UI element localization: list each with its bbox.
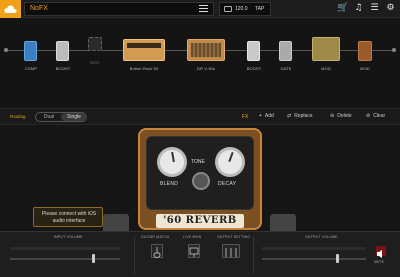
divider [253,236,254,274]
mute-label: MUTE [374,260,384,264]
signal-chain: COMP BOOST DIST British Rock 50 DR V-30s… [0,19,400,106]
amp-british-rock-50[interactable] [123,39,165,61]
chain-output-dot [392,48,396,52]
add-button[interactable]: + Add [259,113,274,119]
settings-sliders-icon [225,248,237,257]
live-mode-button[interactable] [188,244,200,258]
guitar-match-label: GUITAR MATCH [141,235,170,239]
input-volume-slider[interactable] [10,258,120,260]
pedal-comp[interactable] [24,41,37,61]
bottom-bar: INPUT VOLUME GUITAR MATCH LIVE MON OUTPU… [0,231,400,277]
speaker-mute-icon [377,250,382,258]
connection-toast: Please connect with iOS audio interface [33,207,103,227]
output-volume-slider[interactable] [262,258,366,260]
input-meter [10,247,120,250]
music-note-icon[interactable]: ♫ [353,3,364,14]
fx-label: FX [242,114,249,120]
output-volume-label: OUTPUT VOLUME [305,235,338,239]
routing-single-option[interactable]: Single [61,113,87,121]
cloud-logo-icon [4,5,17,13]
pedal-name-plate: '60 REVERB [156,214,244,228]
input-volume-thumb[interactable] [92,254,95,263]
output-setting-button[interactable] [222,244,240,258]
decay-knob-pointer [228,151,234,163]
chain-input-dot [4,48,8,52]
pedal-boost-1[interactable] [56,41,69,61]
clear-label: Clear [373,113,386,119]
tone-label: TONE [191,159,205,165]
preset-selector[interactable]: NoFX [24,2,214,16]
routing-label: Routing [10,114,26,119]
pedal-mod-1[interactable] [312,37,340,61]
replace-button[interactable]: ⇄ Replace [287,113,313,119]
tone-knob[interactable] [192,172,210,190]
replace-label: Replace [294,113,313,119]
tempo-control[interactable]: 120.0 TAP [219,2,271,16]
gear-icon[interactable]: ⚙ [385,3,396,14]
top-icons: 🛒 ♫ ☰ ⚙ [337,3,396,15]
cart-icon[interactable]: 🛒 [337,3,348,14]
cab-dr-v30s[interactable] [187,39,225,61]
reverb-pedal: BLEND DECAY TONE '60 REVERB [138,128,262,230]
metronome-icon [224,6,232,12]
output-meter [262,247,366,250]
plus-icon: + [259,113,262,119]
guitar-icon [153,247,161,258]
decay-knob[interactable] [215,147,245,177]
tap-tempo-button[interactable]: TAP [255,6,264,12]
blend-knob[interactable] [157,147,187,177]
delete-icon: ⊖ [330,113,335,119]
decay-label: DECAY [218,181,237,187]
routing-dual-option[interactable]: Dual [36,113,62,121]
clear-icon: ⊘ [366,113,371,119]
routing-bar: Routing Dual Single FX + Add ⇄ Replace ⊖ De… [0,108,400,125]
delete-button[interactable]: ⊖ Delete [330,113,352,119]
list-icon[interactable]: ☰ [369,3,380,14]
guitar-match-button[interactable] [151,244,163,258]
pedal-label-mod-2: MOD [360,66,370,71]
divider [134,236,135,274]
pedal-boost-2[interactable] [247,41,260,61]
pedal-mod-2[interactable] [358,41,372,61]
live-mode-label: LIVE MON [183,235,202,239]
output-volume-thumb[interactable] [336,254,339,263]
output-setting-label: OUTPUT SETTING [217,235,251,239]
delete-label: Delete [337,113,352,119]
cab-grille [191,43,221,57]
toast-message: Please connect with iOS audio interface [41,211,97,224]
routing-toggle[interactable]: Dual Single [35,112,87,122]
top-bar: NoFX 120.0 TAP 🛒 ♫ ☰ ⚙ [0,0,400,18]
monitor-icon [189,247,199,257]
pedal-name: '60 REVERB [163,215,237,226]
cab-label: DR V-30s [197,66,215,71]
tempo-value: 120.0 [235,6,248,12]
amp-label: British Rock 50 [129,66,159,71]
pedal-label-boost-1: BOOST [55,66,71,71]
pedal-label-dist: DIST [90,60,100,65]
blend-knob-pointer [171,151,175,163]
pedal-dist[interactable] [88,37,102,51]
app-logo-button[interactable] [0,0,21,18]
blend-label: BLEND [160,181,179,187]
hamburger-menu-icon[interactable] [199,5,208,13]
amp-panel [127,43,161,48]
reverb-pedal-face: BLEND DECAY TONE [146,136,254,210]
mute-button[interactable] [376,246,386,258]
clear-button[interactable]: ⊘ Clear [366,113,385,119]
input-volume-label: INPUT VOLUME [54,235,83,239]
preset-name: NoFX [30,5,48,12]
pedal-gate[interactable] [279,41,292,61]
add-label: Add [264,113,274,119]
replace-icon: ⇄ [287,113,292,119]
